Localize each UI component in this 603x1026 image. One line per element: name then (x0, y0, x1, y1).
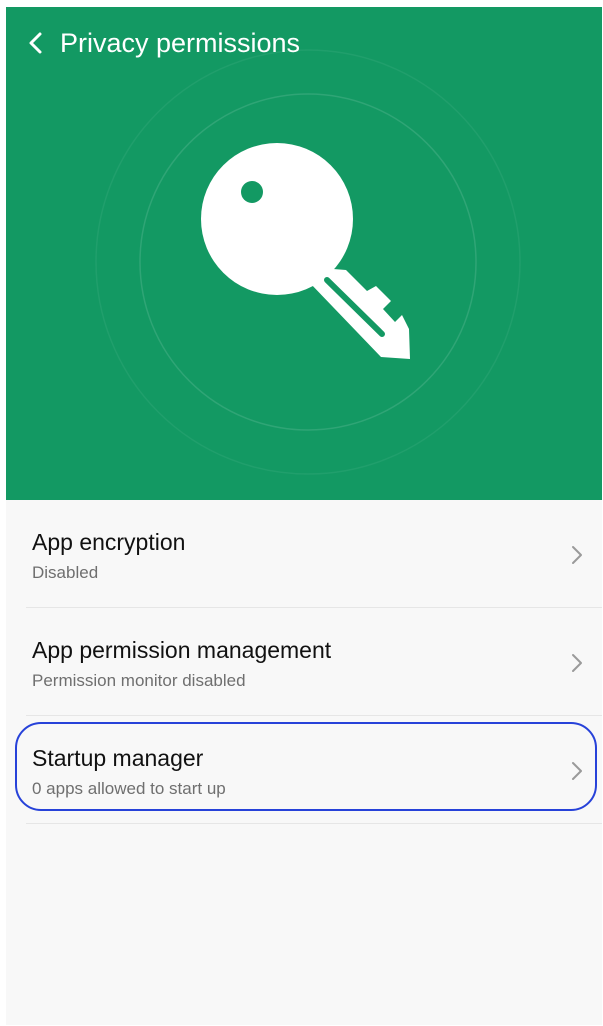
list-item-subtitle: Disabled (32, 563, 99, 582)
chevron-right-icon (572, 546, 582, 564)
list-item-title: Startup manager (32, 745, 204, 771)
back-button[interactable] (20, 25, 52, 61)
list-item-app-encryption[interactable]: App encryption Disabled (6, 500, 602, 608)
list-item-subtitle: 0 apps allowed to start up (32, 779, 226, 798)
settings-list: App encryption Disabled App permission m… (6, 500, 602, 824)
chevron-left-icon (29, 32, 42, 54)
page-title: Privacy permissions (60, 28, 301, 58)
screen: Privacy permissions App encryption Disab… (6, 7, 602, 1025)
list-item-app-permission-management[interactable]: App permission management Permission mon… (6, 608, 602, 716)
chevron-right-icon (572, 762, 582, 780)
header-hero: Privacy permissions (6, 7, 602, 500)
list-item-title: App encryption (32, 529, 186, 555)
hero-illustration (6, 7, 602, 500)
divider (26, 823, 602, 824)
chevron-right-icon (572, 654, 582, 672)
list-item-startup-manager[interactable]: Startup manager 0 apps allowed to start … (6, 716, 602, 824)
top-app-bar: Privacy permissions (6, 7, 602, 79)
list-item-subtitle: Permission monitor disabled (32, 671, 246, 690)
list-item-title: App permission management (32, 637, 332, 663)
